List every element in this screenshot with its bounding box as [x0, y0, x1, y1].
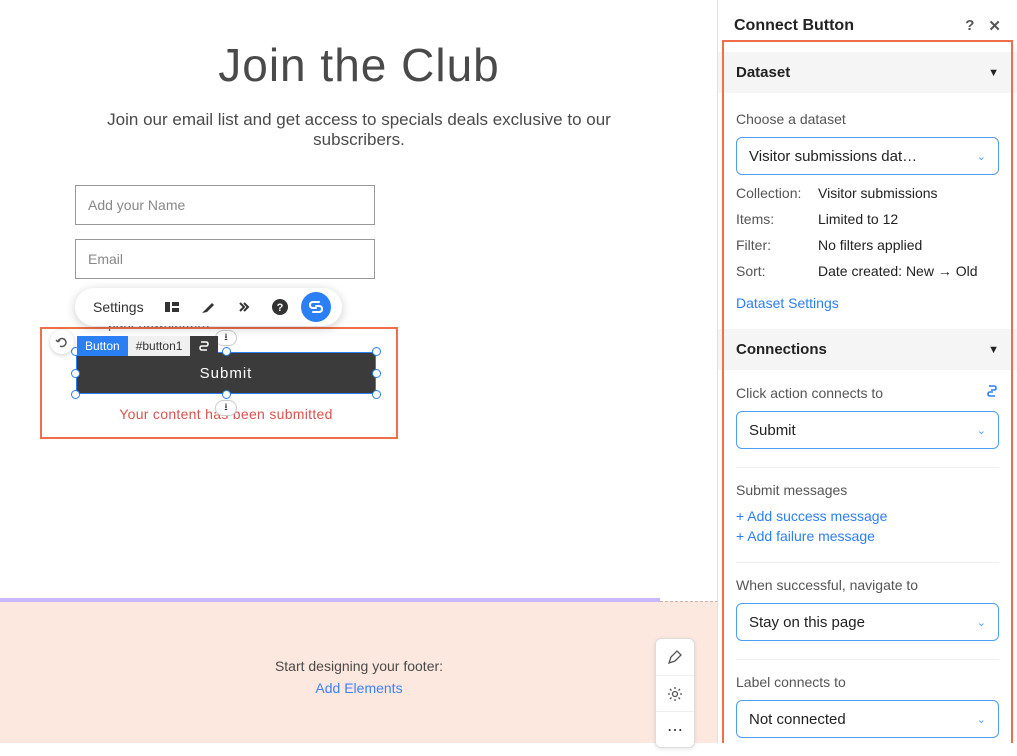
element-dev-icon[interactable] — [190, 336, 218, 356]
label-connects-label: Label connects to — [736, 674, 999, 690]
dataset-select-value: Visitor submissions dat… — [749, 148, 917, 165]
add-elements-link[interactable]: Add Elements — [0, 680, 718, 696]
section-divider-bar — [0, 598, 660, 602]
click-action-value: Submit — [749, 422, 796, 439]
resize-handle-se[interactable] — [372, 390, 381, 399]
more-tool-icon[interactable]: ⋯ — [656, 711, 694, 747]
edit-tool-icon[interactable] — [656, 639, 694, 675]
label-connects-value: Not connected — [749, 711, 846, 728]
editor-canvas[interactable]: Join the Club Join our email list and ge… — [0, 0, 718, 743]
dataset-section-title: Dataset — [736, 64, 790, 81]
resize-handle-n[interactable] — [222, 347, 231, 356]
close-button[interactable]: ✕ — [988, 17, 1001, 35]
page-title: Join the Club — [0, 38, 718, 92]
navigate-value: Stay on this page — [749, 614, 865, 631]
connect-data-icon[interactable] — [301, 292, 331, 322]
resize-handle-e[interactable] — [372, 369, 381, 378]
help-button[interactable]: ? — [965, 17, 974, 35]
chevron-down-icon: ▼ — [988, 344, 999, 356]
sort-value: Date created: New → Old — [818, 263, 978, 279]
navigate-select[interactable]: Stay on this page ⌄ — [736, 603, 999, 641]
dataset-section-header[interactable]: Dataset ▼ — [718, 52, 1017, 93]
collection-value: Visitor submissions — [818, 185, 938, 201]
element-type-tag[interactable]: Button — [77, 336, 128, 356]
panel-header: Connect Button ? ✕ — [718, 0, 1017, 52]
choose-dataset-label: Choose a dataset — [736, 111, 999, 127]
design-icon[interactable] — [193, 292, 223, 322]
submit-button[interactable]: Submit — [76, 352, 376, 394]
undo-button[interactable] — [50, 330, 74, 354]
name-input[interactable]: Add your Name — [75, 185, 375, 225]
element-label: Button #button1 — [77, 336, 218, 356]
chevron-down-icon: ⌄ — [977, 713, 986, 726]
items-key: Items: — [736, 211, 818, 227]
submit-button-selection[interactable]: Submit ⭳ ⭳ Your content has been submitt… — [70, 352, 382, 422]
connections-section-title: Connections — [736, 341, 827, 358]
element-id-tag[interactable]: #button1 — [128, 336, 191, 356]
chevron-down-icon: ⌄ — [977, 616, 986, 629]
resize-handle-ne[interactable] — [372, 347, 381, 356]
collection-key: Collection: — [736, 185, 818, 201]
settings-button[interactable]: Settings — [83, 293, 154, 321]
dataset-select[interactable]: Visitor submissions dat… ⌄ — [736, 137, 999, 175]
filter-value: No filters applied — [818, 237, 922, 253]
page-subtitle: Join our email list and get access to sp… — [0, 110, 718, 150]
element-toolbar: Settings ? — [75, 288, 342, 326]
add-success-link[interactable]: + Add success message — [736, 508, 999, 524]
chevron-down-icon: ▼ — [988, 67, 999, 79]
dev-mode-icon[interactable] — [985, 384, 999, 401]
items-value: Limited to 12 — [818, 211, 898, 227]
resize-handle-w[interactable] — [71, 369, 80, 378]
canvas-tools: ⋯ — [655, 638, 695, 748]
email-placeholder: Email — [88, 251, 123, 267]
chevron-down-icon: ⌄ — [977, 424, 986, 437]
animation-icon[interactable] — [229, 292, 259, 322]
dataset-settings-link[interactable]: Dataset Settings — [736, 295, 999, 311]
navigate-label: When successful, navigate to — [736, 577, 999, 593]
submit-button-label: Submit — [200, 365, 253, 382]
svg-text:?: ? — [276, 302, 283, 314]
settings-tool-icon[interactable] — [656, 675, 694, 711]
resize-handle-s[interactable] — [222, 390, 231, 399]
panel-title: Connect Button — [734, 17, 854, 35]
add-failure-link[interactable]: + Add failure message — [736, 528, 999, 544]
email-input[interactable]: Email — [75, 239, 375, 279]
click-action-select[interactable]: Submit ⌄ — [736, 411, 999, 449]
resize-handle-sw[interactable] — [71, 390, 80, 399]
filter-key: Filter: — [736, 237, 818, 253]
spacing-handle-bottom[interactable]: ⭳ — [215, 400, 237, 416]
connections-section-header[interactable]: Connections ▼ — [718, 329, 1017, 370]
label-connects-select[interactable]: Not connected ⌄ — [736, 700, 999, 738]
footer-section[interactable]: Start designing your footer: Add Element… — [0, 601, 718, 743]
connect-panel: Connect Button ? ✕ Dataset ▼ Choose a da… — [717, 0, 1017, 743]
submit-messages-label: Submit messages — [736, 482, 999, 498]
name-placeholder: Add your Name — [88, 197, 185, 213]
click-action-label: Click action connects to — [736, 385, 883, 401]
layout-icon[interactable] — [157, 292, 187, 322]
sort-key: Sort: — [736, 263, 818, 279]
help-icon[interactable]: ? — [265, 292, 295, 322]
footer-prompt: Start designing your footer: — [0, 658, 718, 674]
chevron-down-icon: ⌄ — [977, 150, 986, 163]
